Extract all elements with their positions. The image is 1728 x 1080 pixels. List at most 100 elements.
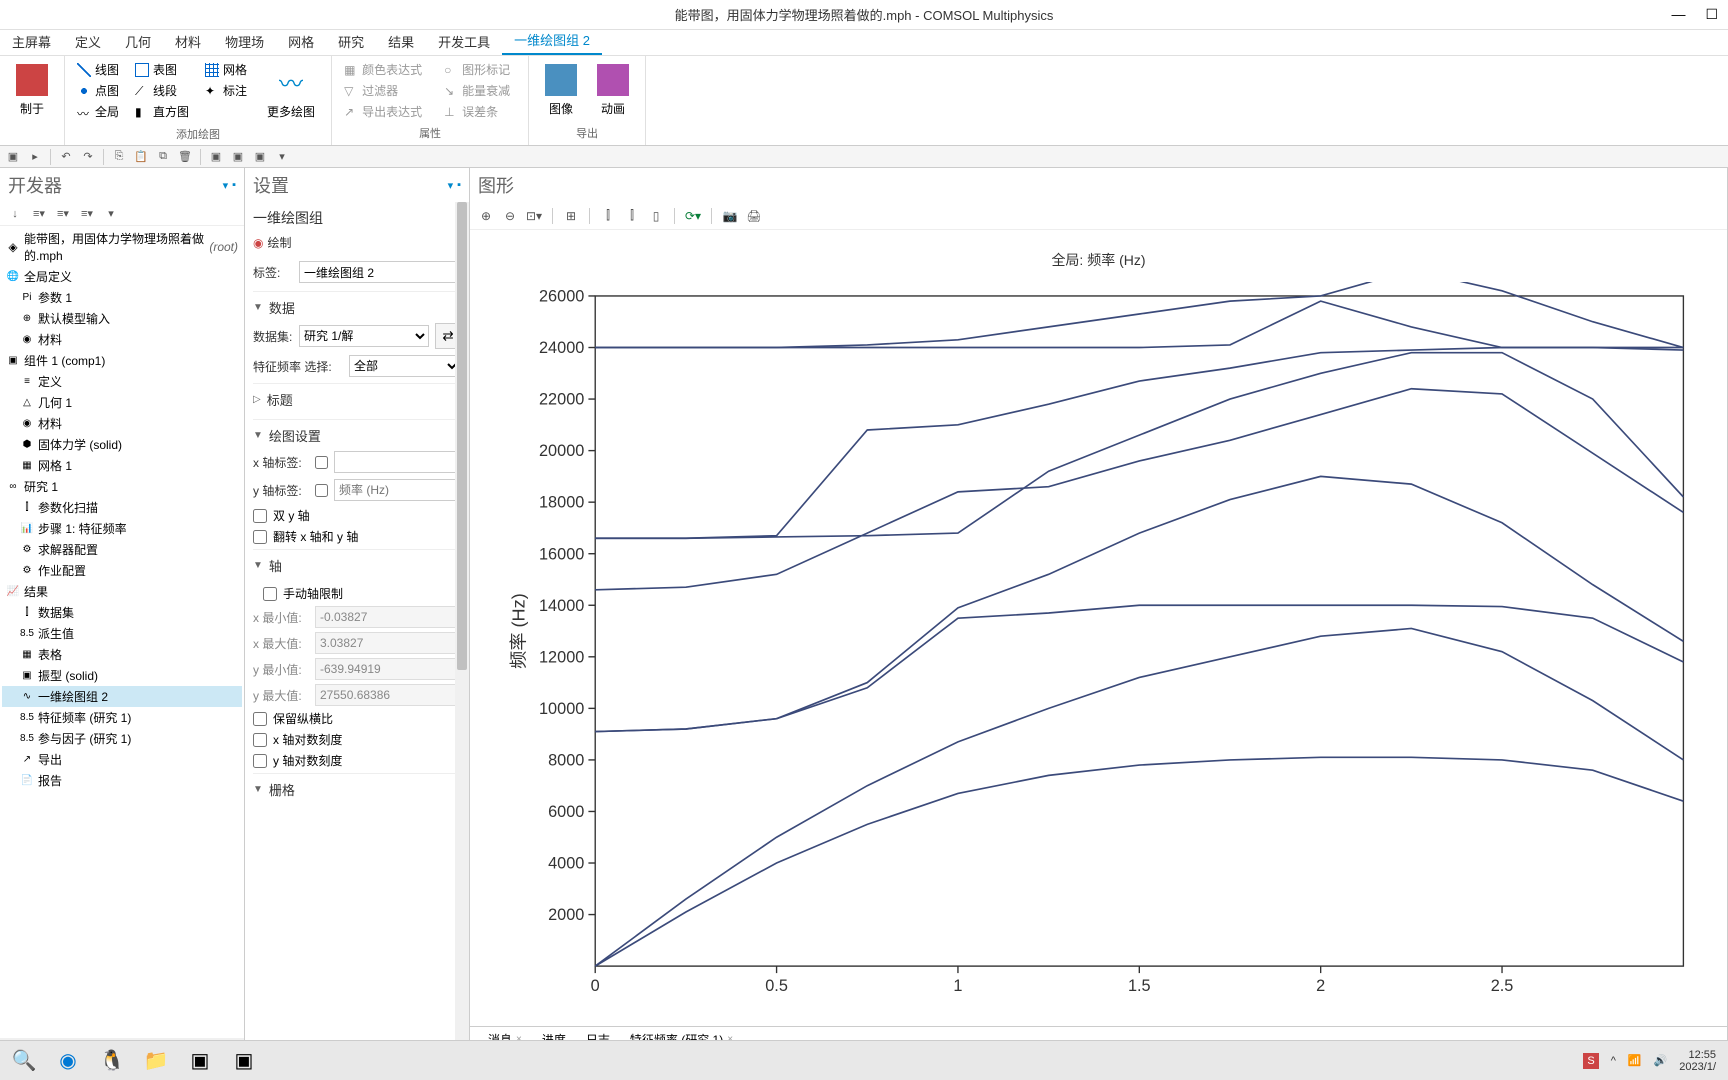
qt-btn-2[interactable]: ▸ [26,148,44,166]
ribbon-tab-study[interactable]: 研究 [326,28,376,55]
tree-nav-4[interactable]: ≡▾ [78,205,96,223]
tree-item-6[interactable]: △几何 1 [2,392,242,413]
eigen-select[interactable]: 全部 [349,355,461,377]
qt-btn-1[interactable]: ▣ [4,148,22,166]
section-data[interactable]: ▼ 数据 [253,291,461,323]
qt-btn-5[interactable]: ▣ [251,148,269,166]
tree-item-7[interactable]: ◉材料 [2,413,242,434]
manual-limit-cb[interactable] [263,587,277,601]
tree-item-2[interactable]: ⊕默认模型输入 [2,308,242,329]
tree-item-16[interactable]: ⫿数据集 [2,602,242,623]
qt-redo[interactable]: ↷ [79,148,97,166]
y-log-cb[interactable] [253,754,267,768]
tb-date[interactable]: 2023/1/ [1679,1061,1716,1073]
gfx-btn-3[interactable]: ⫿ [622,206,642,226]
energy-decay[interactable]: ↘能量衰减 [440,81,514,100]
x-log-cb[interactable] [253,733,267,747]
gfx-print[interactable]: 🖨 [744,206,764,226]
tb-wifi[interactable]: 📶 [1628,1054,1642,1067]
tree-item-18[interactable]: ▦表格 [2,644,242,665]
qt-copy[interactable]: ⎘ [110,148,128,166]
ribbon-tab-results[interactable]: 结果 [376,28,426,55]
gfx-btn-2[interactable]: ⫿ [598,206,618,226]
export-animation-button[interactable]: 动画 [589,60,637,121]
ribbon-tab-definitions[interactable]: 定义 [63,28,113,55]
tb-ime[interactable]: S [1583,1053,1598,1069]
tree-item-3[interactable]: ◉材料 [2,329,242,350]
panel-close[interactable]: ▪ [232,179,236,192]
qt-duplicate[interactable]: ⧉ [154,148,172,166]
add-histogram[interactable]: ▮直方图 [131,102,193,121]
ribbon-tab-devtools[interactable]: 开发工具 [426,28,502,55]
label-input[interactable] [299,261,464,283]
tree-item-14[interactable]: ⚙作业配置 [2,560,242,581]
section-axis[interactable]: ▼ 轴 [253,549,461,581]
keep-aspect-cb[interactable] [253,712,267,726]
x-axis-cb[interactable] [315,456,328,469]
tree-item-12[interactable]: 📊步骤 1: 特征频率 [2,518,242,539]
qt-delete[interactable]: 🗑 [176,148,194,166]
tree-item-17[interactable]: 8.5派生值 [2,623,242,644]
x-axis-input[interactable] [334,451,469,473]
tb-time[interactable]: 12:55 [1679,1049,1716,1061]
ribbon-tab-geometry[interactable]: 几何 [113,28,163,55]
tree-item-9[interactable]: ▦网格 1 [2,455,242,476]
add-segment-plot[interactable]: ⟋线段 [131,81,193,100]
qt-btn-3[interactable]: ▣ [207,148,225,166]
tree-nav-1[interactable]: ↓ [6,205,24,223]
export-image-button[interactable]: 图像 [537,60,585,121]
tree-item-11[interactable]: ⫿参数化扫描 [2,497,242,518]
add-marker[interactable]: ✦标注 [201,81,251,100]
qt-btn-4[interactable]: ▣ [229,148,247,166]
tb-taskview[interactable]: ▣ [180,1043,220,1079]
section-grid[interactable]: ▼ 栅格 [253,773,461,805]
add-grid-plot[interactable]: 网格 [201,60,251,79]
panel-minimize[interactable]: ▾ [223,179,229,192]
dataset-select[interactable]: 研究 1/解 [299,325,429,347]
flip-xy-cb[interactable] [253,530,267,544]
qt-undo[interactable]: ↶ [57,148,75,166]
tree-item-20[interactable]: ∿一维绘图组 2 [2,686,242,707]
add-table-plot[interactable]: 表图 [131,60,193,79]
tree-item-19[interactable]: ▣振型 (solid) [2,665,242,686]
tree-item-22[interactable]: 8.5参与因子 (研究 1) [2,728,242,749]
tree-item-23[interactable]: ↗导出 [2,749,242,770]
tree-root[interactable]: ◈ 能带图，用固体力学物理场照着做的.mph (root) [2,228,242,266]
tree-item-4[interactable]: ▣组件 1 (comp1) [2,350,242,371]
gfx-refresh[interactable]: ⟳▾ [683,206,703,226]
add-line-plot[interactable]: 线图 [73,60,123,79]
plot-action[interactable]: ◉ 绘制 [253,234,461,251]
tree-nav-5[interactable]: ▾ [102,205,120,223]
chart-area[interactable]: 全局: 频率 (Hz) 2000400060008000100001200014… [470,230,1727,1026]
tb-qq[interactable]: 🐧 [92,1043,132,1079]
tb-explorer[interactable]: 📁 [136,1043,176,1079]
y-max-input[interactable] [315,684,469,706]
dual-y-cb[interactable] [253,509,267,523]
tb-comsol[interactable]: ▣ [224,1043,264,1079]
zoom-out[interactable]: ⊖ [500,206,520,226]
gfx-snapshot[interactable]: 📷 [720,206,740,226]
tree-item-15[interactable]: 📈结果 [2,581,242,602]
tb-edge[interactable]: ◉ [48,1043,88,1079]
ribbon-tab-physics[interactable]: 物理场 [213,28,276,55]
settings-minimize[interactable]: ▾ [448,179,454,192]
model-tree[interactable]: ◈ 能带图，用固体力学物理场照着做的.mph (root) 🌐全局定义Pi参数 … [0,226,244,1038]
zoom-in[interactable]: ⊕ [476,206,496,226]
minimize-button[interactable]: — [1671,6,1685,23]
tree-item-10[interactable]: ∞研究 1 [2,476,242,497]
settings-scrollbar[interactable] [455,202,469,1052]
y-axis-input[interactable] [334,479,469,501]
tree-item-5[interactable]: ≡定义 [2,371,242,392]
y-axis-cb[interactable] [315,484,328,497]
error-bar[interactable]: ⊥误差条 [440,102,514,121]
section-plot-settings[interactable]: ▼ 绘图设置 [253,419,461,451]
settings-close[interactable]: ▪ [457,179,461,192]
ribbon-tab-plotgroup[interactable]: 一维绘图组 2 [502,26,602,55]
tree-item-24[interactable]: 📄报告 [2,770,242,791]
tb-tray-up[interactable]: ^ [1611,1055,1616,1067]
ribbon-tab-home[interactable]: 主屏幕 [0,28,63,55]
tb-search[interactable]: 🔍 [4,1043,44,1079]
tree-item-1[interactable]: Pi参数 1 [2,287,242,308]
tree-item-0[interactable]: 🌐全局定义 [2,266,242,287]
add-point-plot[interactable]: 点图 [73,81,123,100]
